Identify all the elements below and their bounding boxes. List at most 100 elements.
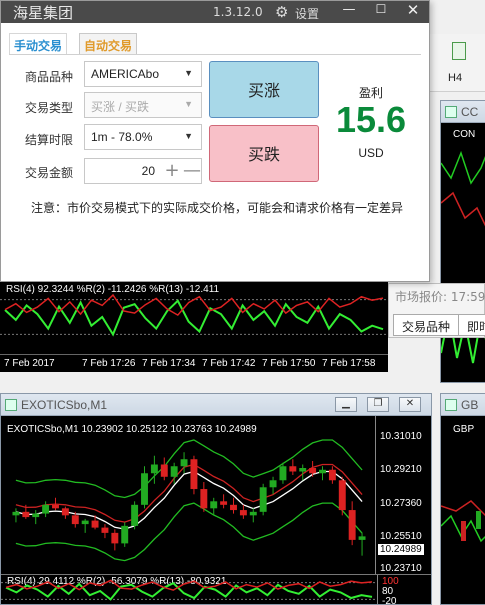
buy-down-button[interactable]: 买跌 — [209, 125, 319, 182]
expiry-label: 结算时限 — [24, 133, 73, 147]
dialog-titlebar[interactable]: 海星集团 1.3.12.0 ⚙ 设置 — ☐ ✕ — [1, 1, 429, 23]
candle — [358, 536, 366, 540]
right-bottom-chart-canvas — [441, 500, 485, 543]
tab-tick-chart[interactable]: 即时 — [459, 314, 485, 336]
candle — [150, 464, 158, 474]
rsi-canvas — [1, 579, 377, 601]
rsi-level-label: -20 — [382, 596, 397, 605]
close-icon[interactable]: ✕ — [403, 1, 423, 21]
chart-window-icon — [445, 106, 457, 118]
version-label: 1.3.12.0 — [213, 5, 263, 19]
candle — [111, 532, 119, 544]
ma-line-red — [441, 191, 485, 227]
desktop: H4 CC CON RSI(4) 92.3244 %R(2) -11.2426 … — [0, 0, 485, 605]
bar-chart-icon[interactable] — [452, 42, 466, 60]
buy-up-button[interactable]: 买涨 — [209, 61, 319, 118]
candle — [289, 466, 297, 472]
chart-window-icon — [5, 399, 17, 411]
notice-text: 注意：市价交易模式下的实际成交价格，可能会和请求价格有一定差异 — [31, 201, 404, 215]
candle — [220, 501, 228, 505]
price-label: 10.29210 — [380, 464, 422, 475]
candle — [22, 511, 30, 518]
minus-icon[interactable]: — — [183, 160, 201, 182]
time-axis-top: 7 Feb 2017 7 Feb 17:26 7 Feb 17:34 7 Feb… — [0, 354, 388, 372]
candle — [259, 487, 267, 512]
chart-window-title: GB — [461, 398, 479, 412]
trade-type-label: 交易类型 — [24, 101, 73, 115]
time-label: 7 Feb 17:42 — [202, 358, 256, 369]
profit-value: 15.6 — [335, 99, 407, 140]
candle — [328, 469, 336, 481]
restore-button[interactable]: ❐ — [367, 397, 389, 412]
gear-icon[interactable]: ⚙ — [275, 3, 288, 21]
amount-label: 交易金额 — [24, 166, 73, 180]
minimize-icon[interactable]: — — [339, 2, 359, 22]
expiry-select[interactable]: 1m - 78.0% ▼ — [84, 124, 202, 150]
candle — [319, 469, 326, 474]
time-label: 7 Feb 17:50 — [262, 358, 316, 369]
timeframe-h4-button[interactable]: H4 — [448, 72, 462, 84]
price-label: 10.23710 — [380, 563, 422, 574]
tab-manual-trade[interactable]: 手动交易 — [9, 33, 68, 55]
time-label: 7 Feb 17:58 — [322, 358, 376, 369]
price-chart-canvas[interactable] — [1, 416, 377, 571]
chevron-down-icon: ▼ — [184, 99, 193, 109]
tab-symbols[interactable]: 交易品种 — [393, 314, 460, 336]
close-button[interactable]: ✕ — [399, 397, 421, 412]
price-label: 10.27360 — [380, 498, 422, 509]
settings-button[interactable]: 设置 — [295, 5, 319, 22]
minimize-button[interactable]: ▁ — [335, 397, 357, 412]
candle — [190, 459, 198, 490]
candle — [461, 521, 466, 541]
candle — [71, 515, 79, 525]
amount-input[interactable]: 20 — [89, 164, 155, 178]
chart-window-right-top[interactable]: CC CON — [440, 100, 485, 383]
candle — [249, 511, 257, 516]
candle — [131, 504, 139, 526]
candle — [170, 466, 178, 477]
candle — [121, 525, 129, 544]
candle — [338, 480, 346, 511]
candle — [269, 480, 277, 488]
maximize-icon[interactable]: ☐ — [371, 2, 391, 22]
candle — [348, 510, 356, 540]
candle — [309, 468, 317, 474]
candle — [42, 504, 50, 514]
chart-window-exotics[interactable]: EXOTICSbo,M1 ▁ ❐ ✕ EXOTICSbo,M1 10.23902… — [0, 393, 432, 605]
tab-divider — [9, 54, 421, 55]
trade-type-select[interactable]: 买涨 / 买跌 ▼ — [84, 92, 202, 118]
candle — [160, 464, 168, 477]
amount-stepper[interactable]: 20 + — — [84, 158, 202, 184]
tab-auto-trade[interactable]: 自动交易 — [79, 33, 138, 55]
chevron-down-icon: ▼ — [184, 68, 193, 78]
market-watch-panel: 市场报价: 17:59:2 交易品种 即时 — [388, 283, 485, 338]
product-select[interactable]: AMERICAbo ▼ — [84, 61, 202, 87]
ma-line — [441, 150, 485, 185]
candle — [279, 466, 287, 481]
price-label: 10.25510 — [380, 531, 422, 542]
plus-icon[interactable]: + — [163, 160, 181, 182]
candle — [239, 510, 247, 516]
candle — [210, 501, 218, 509]
time-label: 7 Feb 2017 — [4, 358, 55, 369]
candle — [200, 489, 208, 509]
chart-toolbar: H4 — [430, 34, 485, 92]
time-label: 7 Feb 17:34 — [142, 358, 196, 369]
profit-unit: USD — [358, 146, 384, 160]
candle — [476, 511, 481, 529]
price-label: 10.31010 — [380, 431, 422, 442]
market-watch-title: 市场报价: 17:59:2 — [395, 290, 485, 304]
candle — [32, 513, 40, 518]
candle — [81, 520, 89, 525]
candle — [12, 511, 20, 516]
rsi-line — [5, 581, 373, 601]
rsi-line — [4, 299, 384, 337]
chart-window-title: CC — [461, 105, 479, 119]
app-title: 海星集团 — [13, 4, 74, 22]
chart-window-right-bottom[interactable]: GB GBP — [440, 393, 485, 605]
candle — [180, 459, 188, 467]
candle — [299, 468, 307, 472]
candle — [61, 508, 69, 516]
candle — [52, 504, 59, 509]
trade-dialog: 海星集团 1.3.12.0 ⚙ 设置 — ☐ ✕ 手动交易 自动交易 商品品种 … — [0, 0, 430, 282]
